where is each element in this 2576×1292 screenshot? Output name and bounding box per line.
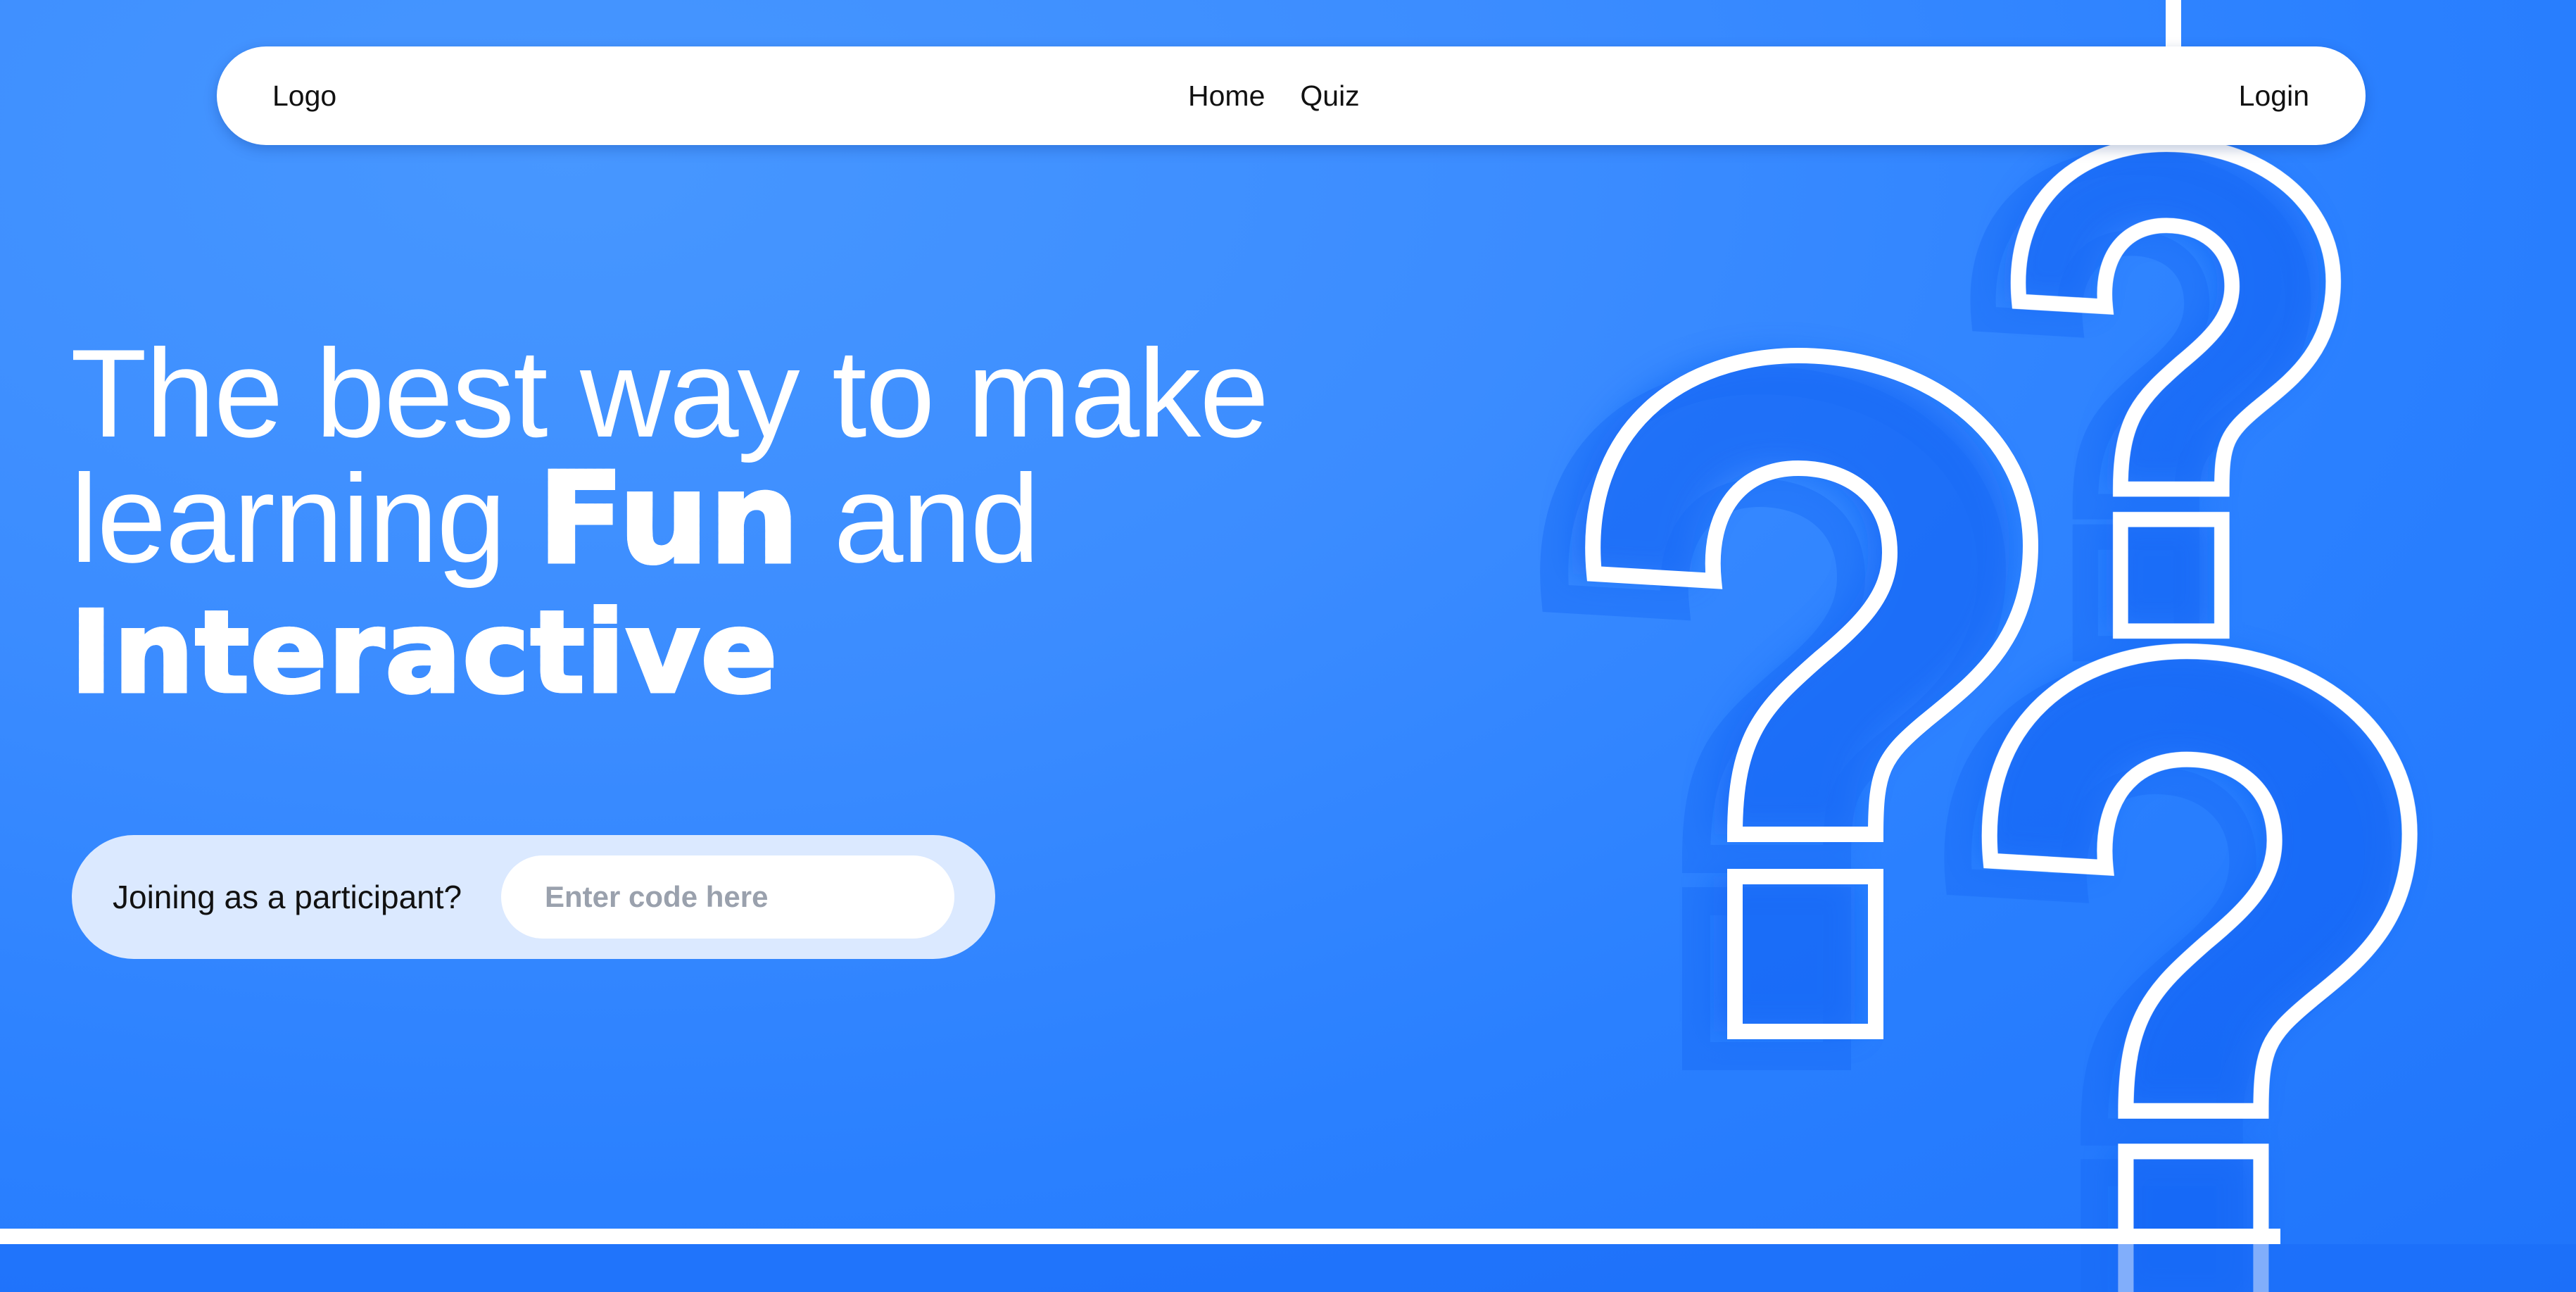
bottom-frame-line	[0, 1229, 2280, 1244]
nav-link-quiz[interactable]: Quiz	[1300, 80, 1359, 113]
question-mark-bottom-right	[1990, 651, 2410, 1292]
join-code-input[interactable]	[501, 855, 954, 939]
nav-link-home[interactable]: Home	[1188, 80, 1265, 113]
join-participant-bar: Joining as a participant?	[72, 835, 995, 959]
hero-line-2-suffix: and	[800, 449, 1040, 589]
logo[interactable]: Logo	[272, 46, 336, 145]
hero-headline: The best way to make learning Fun and In…	[69, 323, 1408, 717]
hero-line-2-prefix: learning	[70, 449, 538, 589]
top-navbar: Logo Home Quiz Login	[217, 46, 2366, 145]
hero-fun-word: Fun	[536, 446, 800, 591]
hero-line-2: learning Fun and	[70, 454, 1408, 583]
login-link[interactable]: Login	[2239, 46, 2309, 145]
nav-links: Home Quiz	[1188, 46, 1360, 145]
join-label: Joining as a participant?	[113, 879, 462, 915]
question-mark-top-right	[2019, 144, 2334, 631]
hero-line-1: The best way to make	[70, 323, 1269, 463]
hero-interactive-word: Interactive	[69, 588, 1408, 717]
question-mark-large-left	[1593, 356, 2031, 1031]
